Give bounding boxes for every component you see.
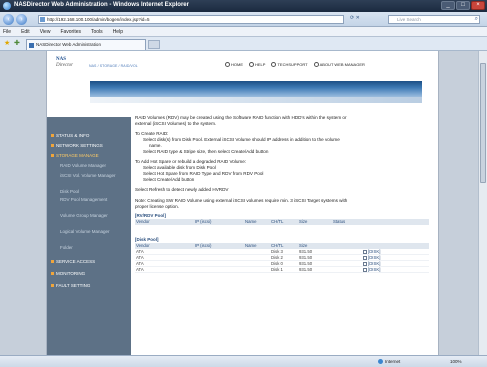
sidebar-item-fault[interactable]: FAULT SETTING: [51, 283, 90, 288]
scrollbar-thumb[interactable]: [480, 63, 486, 183]
sidebar-item-monitoring[interactable]: MONITORING: [51, 271, 85, 276]
ie-logo-icon: [3, 2, 11, 10]
menu-file[interactable]: File: [3, 27, 11, 36]
rdv-pool-header: Vendor IP (iscsi) Name CH/TL Size Status: [135, 219, 429, 225]
search-icon[interactable]: ⌕: [475, 16, 478, 23]
back-icon[interactable]: ‹: [3, 14, 14, 25]
refresh-text: Select Refresh to detect newly added HVR…: [135, 187, 229, 192]
status-bar: Internet 100%: [0, 355, 487, 367]
close-button[interactable]: ×: [471, 1, 485, 10]
help-icon: [249, 62, 254, 67]
column-header: Name: [245, 219, 257, 224]
add-favorite-icon[interactable]: ✚: [14, 40, 20, 47]
help-link[interactable]: HELP: [249, 62, 265, 67]
page-viewport: NAS Director NAS / STORAGE / RAID/VOL HOM…: [0, 51, 487, 355]
globe-icon: [378, 359, 383, 364]
create-step-1: Select disk(s) from Disk Pool. External …: [143, 137, 340, 142]
search-input[interactable]: Live Search ⌕: [388, 15, 480, 24]
navigation-bar: ‹ › http://192.168.100.100/admin/bogen/i…: [0, 12, 487, 27]
bullet-icon: [51, 144, 54, 147]
sidebar-sub-folder[interactable]: Folder: [60, 245, 73, 251]
home-icon: [225, 62, 230, 67]
window-controls: _ □ ×: [441, 1, 485, 10]
sidebar-sub-rdv-pool[interactable]: RDV Pool Management: [60, 197, 120, 203]
menu-bar: File Edit View Favorites Tools Help: [0, 27, 487, 37]
tab-favicon: [29, 43, 34, 48]
minimize-button[interactable]: _: [441, 1, 455, 10]
disk-checkbox[interactable]: [363, 261, 367, 266]
zoom-level[interactable]: 100%: [450, 356, 462, 367]
tab-bar: ★ ✚ NASDirector Web Administration: [0, 37, 487, 51]
header-links: HOME HELP TECHSUPPORT ABOUT WEB MANAGER: [225, 62, 365, 67]
sidebar-sub-raid-volume[interactable]: RAID Volume Manager: [60, 163, 106, 169]
search-placeholder: Live Search: [397, 17, 421, 22]
disk-checkbox[interactable]: [363, 267, 367, 272]
favorites-star-icon[interactable]: ★: [4, 40, 10, 47]
nasdirector-logo: NAS Director: [56, 57, 74, 68]
rdv-pool-table: [RV/RDV Pool] Vendor IP (iscsi) Name CH/…: [135, 213, 429, 225]
column-header: Size: [299, 219, 308, 224]
bullet-icon: [51, 272, 54, 275]
window-title: NASDirector Web Administration - Windows…: [14, 2, 189, 8]
menu-edit[interactable]: Edit: [21, 27, 30, 36]
home-link[interactable]: HOME: [225, 62, 243, 67]
refresh-stop-icons[interactable]: ⟳ ✕: [350, 15, 360, 21]
bullet-icon: [51, 284, 54, 287]
menu-favorites[interactable]: Favorites: [60, 27, 81, 36]
column-header: IP (iscsi): [195, 219, 212, 224]
sidebar-item-network[interactable]: NETWORK SETTINGS: [51, 143, 103, 148]
forward-icon[interactable]: ›: [16, 14, 27, 25]
disk-checkbox[interactable]: [363, 249, 367, 254]
web-page: NAS Director NAS / STORAGE / RAID/VOL HOM…: [46, 51, 439, 355]
vertical-scrollbar[interactable]: [478, 51, 487, 355]
column-header: CH/TL: [271, 219, 284, 224]
table-row: ATA Disk 1 931.50 [DISK]: [135, 267, 429, 273]
address-text: http://192.168.100.100/admin/bogen/index…: [47, 17, 150, 22]
browser-tab[interactable]: NASDirector Web Administration: [26, 39, 146, 50]
sidebar-item-status[interactable]: STATUS & INFO: [51, 133, 89, 138]
disk-pool-table: [Disk Pool] Vendor IP (iscsi) Name CH/TL…: [135, 237, 429, 273]
menu-view[interactable]: View: [40, 27, 51, 36]
hotspare-step-3: Select Create/Add button: [143, 177, 195, 182]
address-bar[interactable]: http://192.168.100.100/admin/bogen/index…: [38, 15, 344, 24]
new-tab-button[interactable]: [148, 40, 160, 49]
wrench-icon: [271, 62, 277, 67]
page-icon: [40, 17, 45, 22]
sidebar-sub-logical-volume[interactable]: Logical Volume Manager: [60, 229, 120, 235]
site-header: NAS Director NAS / STORAGE / RAID/VOL HOM…: [47, 51, 438, 81]
maximize-button[interactable]: □: [456, 1, 470, 10]
sidebar: STATUS & INFO NETWORK SETTINGS STORAGE M…: [47, 117, 131, 355]
main-content: RAID Volumes (RDV) may be created using …: [135, 115, 435, 355]
create-step-2: Select RAID type & Stripe size, then sel…: [143, 149, 269, 154]
sidebar-item-service[interactable]: SERVICE ACCESS: [51, 259, 95, 264]
breadcrumb: NAS / STORAGE / RAID/VOL: [89, 64, 138, 68]
tab-title: NASDirector Web Administration: [36, 42, 101, 47]
note-text-2: proper license option.: [135, 204, 179, 209]
sidebar-sub-disk-pool[interactable]: Disk Pool: [60, 189, 79, 195]
bullet-icon: [51, 260, 54, 263]
header-banner: [90, 81, 422, 103]
sidebar-sub-volume-group[interactable]: Volume Group Manager: [60, 213, 120, 219]
bullet-icon: [51, 134, 54, 137]
info-icon: [313, 62, 319, 67]
intro-text-2: external (iSCSI Volumes) to the system.: [135, 121, 217, 126]
menu-tools[interactable]: Tools: [91, 27, 103, 36]
disk-checkbox[interactable]: [363, 255, 367, 260]
sidebar-item-storage[interactable]: STORAGE MANAGE: [51, 153, 99, 158]
menu-help[interactable]: Help: [113, 27, 123, 36]
techsupport-link[interactable]: TECHSUPPORT: [271, 62, 308, 67]
about-link[interactable]: ABOUT WEB MANAGER: [313, 62, 365, 67]
security-zone: Internet: [378, 356, 400, 367]
column-header: Status: [333, 219, 346, 224]
sidebar-sub-iscsi[interactable]: iSCSI Vol. Volume Manager: [60, 173, 124, 179]
column-header: Vendor: [136, 219, 150, 224]
bullet-icon: [51, 154, 54, 157]
window-titlebar: NASDirector Web Administration - Windows…: [0, 0, 487, 12]
